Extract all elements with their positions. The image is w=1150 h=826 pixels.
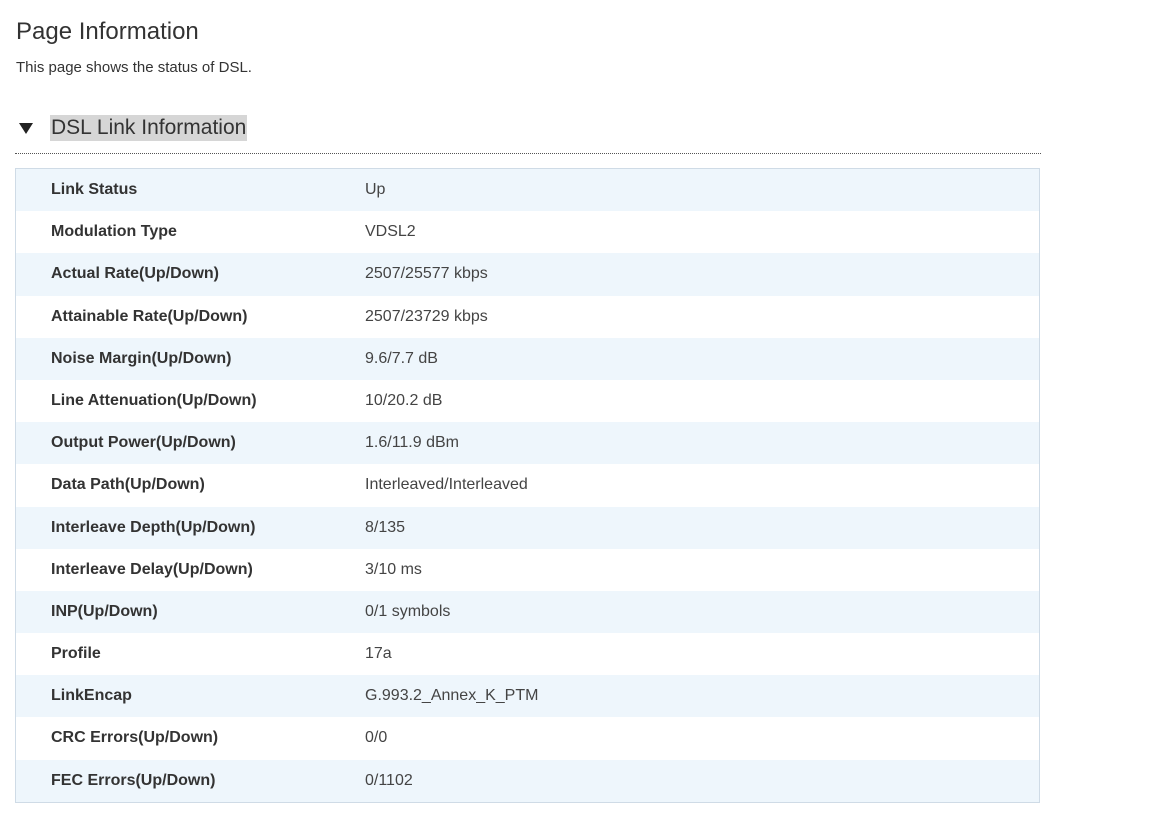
row-value: 9.6/7.7 dB [365, 349, 438, 367]
row-value: 10/20.2 dB [365, 391, 443, 409]
table-row: Attainable Rate(Up/Down) 2507/23729 kbps [16, 295, 1039, 338]
row-label: INP(Up/Down) [51, 602, 158, 620]
row-value: Up [365, 181, 386, 198]
page-description: This page shows the status of DSL. [16, 59, 252, 76]
row-value: 3/10 ms [365, 560, 422, 578]
row-label: CRC Errors(Up/Down) [51, 729, 219, 747]
row-value: 0/1 symbols [365, 602, 451, 620]
table-row: Data Path(Up/Down) Interleaved/Interleav… [16, 464, 1039, 507]
row-value: 2507/25577 kbps [365, 265, 488, 283]
table-row: INP(Up/Down) 0/1 symbols [16, 590, 1039, 634]
table-row: LinkEncap G.993.2_Annex_K_PTM [16, 675, 1039, 718]
row-value: Interleaved/Interleaved [365, 476, 528, 494]
row-label: Interleave Depth(Up/Down) [51, 518, 256, 536]
table-row: CRC Errors(Up/Down) 0/0 [16, 717, 1039, 760]
row-value: 0/1102 [365, 771, 413, 789]
table-row: Link Status Up [16, 169, 1039, 212]
section-header: DSL Link Information [15, 113, 1041, 154]
page-title: Page Information [16, 18, 199, 45]
row-value: G.993.2_Annex_K_PTM [365, 687, 539, 705]
table-row: FEC Errors(Up/Down) 0/1102 [16, 759, 1039, 802]
table-row: Noise Margin(Up/Down) 9.6/7.7 dB [16, 337, 1039, 380]
table-row: Modulation Type VDSL2 [16, 211, 1039, 254]
dsl-info-table: Link Status Up Modulation Type VDSL2 Act… [15, 168, 1040, 803]
row-label: Profile [51, 645, 101, 663]
row-label: Line Attenuation(Up/Down) [51, 391, 257, 409]
row-label: Attainable Rate(Up/Down) [51, 307, 248, 325]
row-label: Actual Rate(Up/Down) [51, 265, 219, 283]
row-label: Noise Margin(Up/Down) [51, 349, 232, 367]
row-label: Interleave Delay(Up/Down) [51, 560, 253, 578]
section-title[interactable]: DSL Link Information [50, 115, 248, 141]
row-value: 1.6/11.9 dBm [365, 434, 459, 452]
table-row: Profile 17a [16, 633, 1039, 676]
row-label: LinkEncap [51, 687, 132, 705]
triangle-down-icon[interactable] [19, 123, 33, 134]
row-label: Modulation Type [51, 223, 177, 241]
row-label: FEC Errors(Up/Down) [51, 771, 216, 789]
row-value: VDSL2 [365, 223, 416, 241]
table-row: Interleave Delay(Up/Down) 3/10 ms [16, 548, 1039, 591]
row-value: 8/135 [365, 518, 406, 536]
table-row: Output Power(Up/Down) 1.6/11.9 dBm [16, 422, 1039, 465]
row-value: 0/0 [365, 729, 388, 747]
row-value: 2507/23729 kbps [365, 307, 488, 325]
row-label: Output Power(Up/Down) [51, 434, 236, 452]
table-row: Interleave Depth(Up/Down) 8/135 [16, 506, 1039, 549]
row-value: 17a [365, 645, 392, 663]
table-row: Actual Rate(Up/Down) 2507/25577 kbps [16, 253, 1039, 296]
row-label: Data Path(Up/Down) [51, 476, 205, 494]
table-row: Line Attenuation(Up/Down) 10/20.2 dB [16, 379, 1039, 423]
row-label: Link Status [51, 181, 138, 198]
